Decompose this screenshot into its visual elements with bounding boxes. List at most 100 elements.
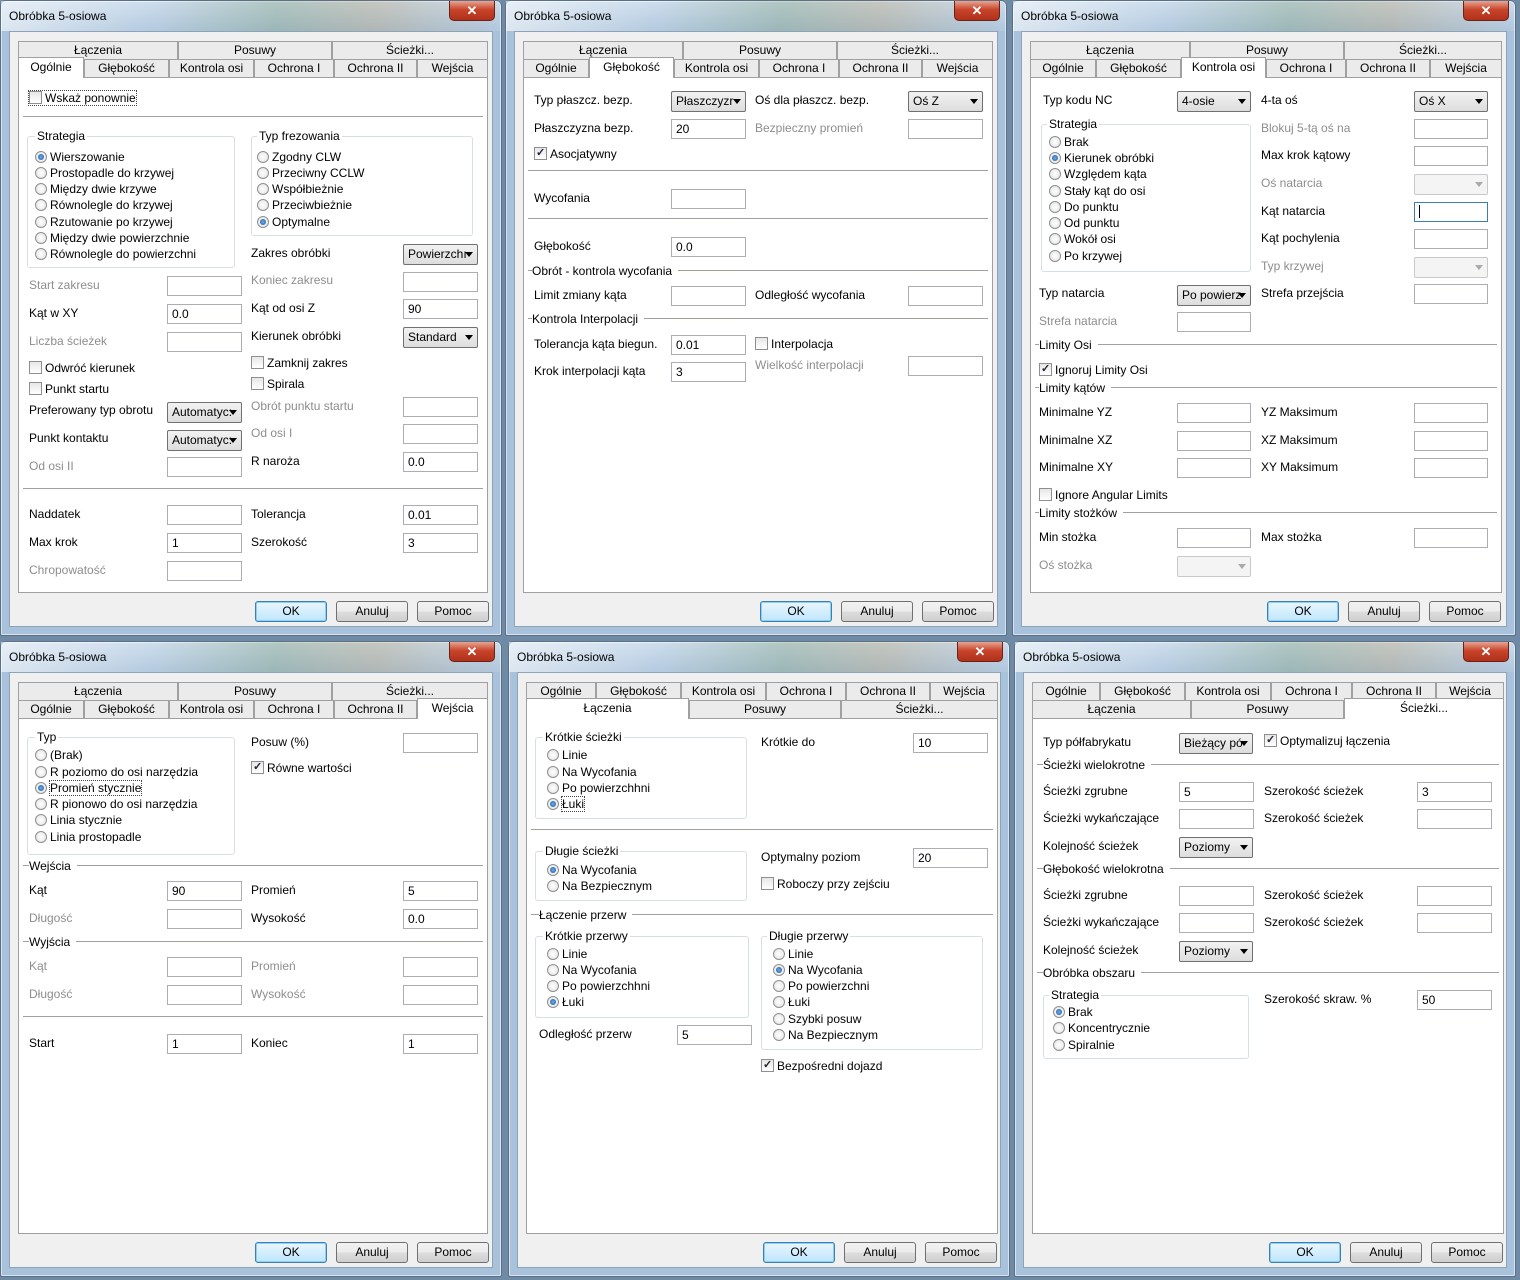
kat-field[interactable]: 90: [167, 881, 242, 901]
typ-krzywej-select[interactable]: [1414, 257, 1488, 278]
close-button[interactable]: ✕: [954, 1, 1000, 21]
punkt-startu-checkbox[interactable]: Punkt startu: [29, 382, 109, 396]
tab-ogolne[interactable]: Ogólnie: [523, 59, 589, 77]
krotkie-sciezki-option[interactable]: Łuki: [547, 796, 586, 812]
typ-plaszcz-select[interactable]: Płaszczyzr: [671, 91, 746, 112]
start-field[interactable]: 1: [167, 1034, 242, 1054]
typ-frezowania-option[interactable]: Przeciwbieżnie: [257, 198, 352, 212]
sciezki-wykanczajace-2-field[interactable]: [1179, 913, 1254, 933]
sciezki-zgrubne-2-field[interactable]: [1179, 886, 1254, 906]
szerokosc-sciezek-4-field[interactable]: [1417, 913, 1492, 933]
tab-posuwy[interactable]: Posuwy: [1191, 700, 1344, 718]
odleglosc-wycofania-field[interactable]: [908, 286, 983, 306]
xy-maksimum-field[interactable]: [1414, 458, 1488, 478]
roboczy-checkbox[interactable]: Roboczy przy zejściu: [761, 877, 890, 891]
tab-wejscia[interactable]: Wejścia: [417, 698, 488, 719]
tab-kontrola-osi[interactable]: Kontrola osi: [674, 59, 759, 77]
minimalne-yz-field[interactable]: [1177, 403, 1251, 423]
asocjatywny-checkbox[interactable]: Asocjatywny: [534, 146, 617, 161]
tab-ochrona-2[interactable]: Ochrona II: [1346, 59, 1430, 77]
krotkie-przerwy-option[interactable]: Linie: [547, 947, 587, 961]
tab-ochrona-2[interactable]: Ochrona II: [846, 682, 930, 700]
dlugie-przerwy-option[interactable]: Na Wycofania: [773, 963, 863, 977]
typ-frezowania-option[interactable]: Zgodny CLW: [257, 150, 341, 164]
krotkie-do-field[interactable]: 10: [913, 733, 988, 753]
chropowatosc-field[interactable]: [167, 561, 242, 581]
kat-xy-field[interactable]: 0.0: [167, 304, 242, 324]
limit-zmiany-field[interactable]: [671, 286, 746, 306]
optymalizuj-laczenia-checkbox[interactable]: Optymalizuj łączenia: [1264, 733, 1390, 748]
ok-button[interactable]: OK: [255, 1242, 327, 1263]
strategia-option[interactable]: Spiralnie: [1053, 1038, 1115, 1052]
typ-option[interactable]: R pionowo do osi narzędzia: [35, 797, 197, 811]
pomoc-button[interactable]: Pomoc: [1429, 601, 1501, 622]
max-stozka-field[interactable]: [1414, 528, 1488, 548]
anuluj-button[interactable]: Anuluj: [1350, 1242, 1422, 1263]
r-naroza-field[interactable]: 0.0: [403, 452, 478, 472]
os-plaszcz-select[interactable]: Oś Z: [908, 91, 983, 112]
tab-ogolne[interactable]: Ogólnie: [18, 57, 84, 78]
tab-glebokosc[interactable]: Głębokość: [1096, 59, 1181, 77]
liczba-sciezek-field[interactable]: [167, 332, 242, 352]
strategia-option[interactable]: Wokół osi: [1049, 232, 1116, 246]
tab-kontrola-osi[interactable]: Kontrola osi: [169, 59, 254, 77]
dlugie-przerwy-option[interactable]: Na Bezpiecznym: [773, 1028, 878, 1042]
xz-maksimum-field[interactable]: [1414, 431, 1488, 451]
szerokosc-sciezek-field[interactable]: 3: [1417, 782, 1492, 802]
tab-laczenia[interactable]: Łączenia: [18, 682, 178, 700]
sciezki-zgrubne-field[interactable]: 5: [1179, 782, 1254, 802]
dlugie-przerwy-option[interactable]: Po powierzchni: [773, 979, 869, 993]
tab-kontrola-osi[interactable]: Kontrola osi: [1185, 682, 1271, 700]
strategia-option[interactable]: Równolegle do krzywej: [35, 198, 173, 212]
tab-ochrona-1[interactable]: Ochrona I: [1266, 59, 1346, 77]
dlugosc-field[interactable]: [167, 909, 242, 929]
tab-ochrona-1[interactable]: Ochrona I: [1271, 682, 1352, 700]
tab-ogolne[interactable]: Ogólnie: [1032, 682, 1100, 700]
anuluj-button[interactable]: Anuluj: [844, 1242, 916, 1263]
strategia-option[interactable]: Koncentrycznie: [1053, 1021, 1150, 1035]
naddatek-field[interactable]: [167, 505, 242, 525]
dlugie-przerwy-option[interactable]: Szybki posuw: [773, 1012, 861, 1026]
strategia-option[interactable]: Po krzywej: [1049, 249, 1122, 263]
ok-button[interactable]: OK: [1269, 1242, 1341, 1263]
tab-sciezki[interactable]: Ścieżki...: [332, 41, 488, 59]
kat-wyjscia-field[interactable]: [167, 957, 242, 977]
koniec-zakresu-field[interactable]: [403, 272, 478, 292]
tolerancja-kata-field[interactable]: 0.01: [671, 335, 746, 355]
tab-kontrola-osi[interactable]: Kontrola osi: [169, 700, 254, 718]
tab-ochrona-2[interactable]: Ochrona II: [334, 59, 417, 77]
kat-z-field[interactable]: 90: [403, 299, 478, 319]
rowne-wartosci-checkbox[interactable]: Równe wartości: [251, 760, 352, 775]
strategia-option[interactable]: Rzutowanie po krzywej: [35, 215, 173, 229]
tab-ochrona-1[interactable]: Ochrona I: [254, 59, 334, 77]
preferowany-typ-select[interactable]: Automatyc:: [167, 402, 242, 423]
start-zakresu-field[interactable]: [167, 276, 242, 296]
tab-sciezki[interactable]: Ścieżki...: [1344, 698, 1504, 719]
close-button[interactable]: ✕: [1463, 1, 1509, 21]
strategia-option[interactable]: Prostopadle do krzywej: [35, 166, 174, 180]
close-button[interactable]: ✕: [957, 642, 1003, 662]
tab-ochrona-2[interactable]: Ochrona II: [839, 59, 922, 77]
dlugie-sciezki-option[interactable]: Na Wycofania: [547, 863, 637, 877]
wysokosc-wyjscia-field[interactable]: [403, 985, 478, 1005]
tolerancja-field[interactable]: 0.01: [403, 505, 478, 525]
tab-ochrona-1[interactable]: Ochrona I: [254, 700, 334, 718]
szerokosc-field[interactable]: 3: [403, 533, 478, 553]
pomoc-button[interactable]: Pomoc: [922, 601, 994, 622]
od-osi-1-field[interactable]: [403, 424, 478, 444]
szerokosc-skraw-field[interactable]: 50: [1417, 990, 1492, 1010]
strategia-option[interactable]: Wierszowanie: [35, 150, 125, 164]
koniec-field[interactable]: 1: [403, 1034, 478, 1054]
strategia-option[interactable]: Do punktu: [1049, 200, 1119, 214]
krotkie-przerwy-option[interactable]: Łuki: [547, 995, 584, 1009]
dlugie-przerwy-option[interactable]: Linie: [773, 947, 813, 961]
pomoc-button[interactable]: Pomoc: [1431, 1242, 1503, 1263]
typ-kodu-nc-select[interactable]: 4-osie: [1177, 91, 1251, 112]
pomoc-button[interactable]: Pomoc: [417, 1242, 489, 1263]
typ-frezowania-option[interactable]: Optymalne: [257, 215, 330, 229]
tab-wejscia[interactable]: Wejścia: [922, 59, 993, 77]
zamknij-zakres-checkbox[interactable]: Zamknij zakres: [251, 356, 348, 370]
os4-select[interactable]: Oś X: [1414, 91, 1488, 112]
tab-ochrona-2[interactable]: Ochrona II: [334, 700, 417, 718]
close-button[interactable]: ✕: [1463, 642, 1509, 662]
